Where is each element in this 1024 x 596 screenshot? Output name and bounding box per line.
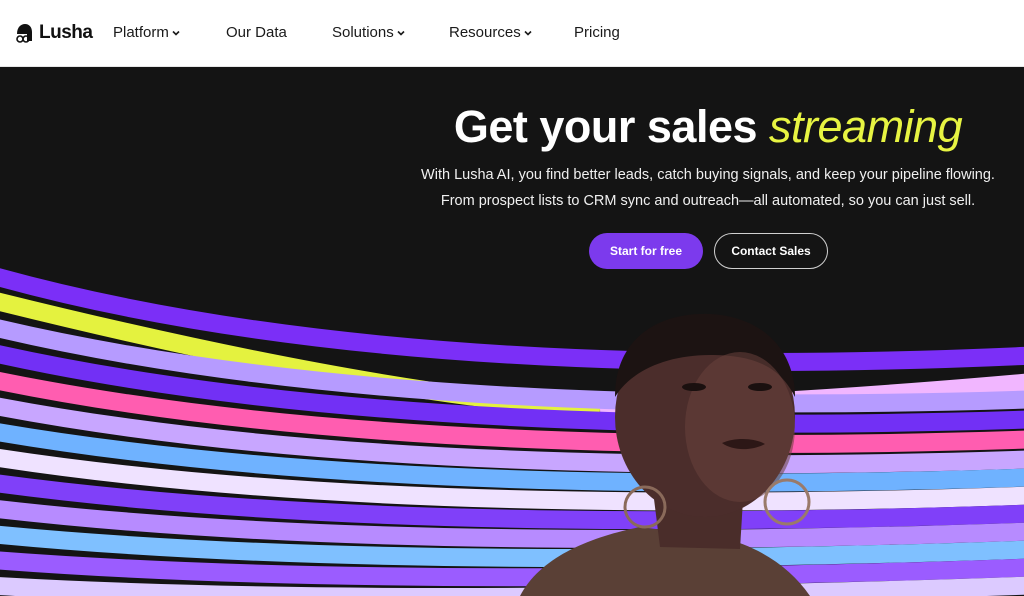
chevron-down-icon xyxy=(172,30,180,36)
nav-item-label: Platform xyxy=(113,24,169,41)
chevron-down-icon xyxy=(397,30,405,36)
nav-item-label: Our Data xyxy=(226,24,287,41)
hero-subtitle-line-2: From prospect lists to CRM sync and outr… xyxy=(440,193,976,209)
contact-sales-button[interactable]: Contact Sales xyxy=(714,233,828,269)
chevron-down-icon xyxy=(524,30,532,36)
nav-item-label: Solutions xyxy=(332,24,394,41)
start-for-free-button[interactable]: Start for free xyxy=(589,233,703,269)
nav-item-pricing[interactable]: Pricing xyxy=(574,24,620,41)
hero-title-accent: streaming xyxy=(769,101,963,152)
nav-item-our-data[interactable]: Our Data xyxy=(226,24,287,41)
lusha-logo-icon xyxy=(16,24,32,43)
brand-name: Lusha xyxy=(39,22,93,43)
brand-logo[interactable]: Lusha xyxy=(14,20,93,46)
nav-item-label: Resources xyxy=(449,24,521,41)
hero-title: Get your sales streaming xyxy=(392,99,1024,155)
hero-section: Get your sales streaming With Lusha AI, … xyxy=(0,67,1024,596)
hero-title-plain: Get your sales xyxy=(453,101,770,152)
nav-item-solutions[interactable]: Solutions xyxy=(332,24,405,41)
nav-item-platform[interactable]: Platform xyxy=(113,24,180,41)
hero-headline: Get your sales streaming xyxy=(0,99,1024,155)
nav-item-resources[interactable]: Resources xyxy=(449,24,532,41)
nav-item-label: Pricing xyxy=(574,24,620,41)
top-navigation: Lusha Platform Our Data Solutions Resour… xyxy=(0,0,1024,67)
hero-subtitle-line-1: With Lusha AI, you find better leads, ca… xyxy=(421,167,995,183)
